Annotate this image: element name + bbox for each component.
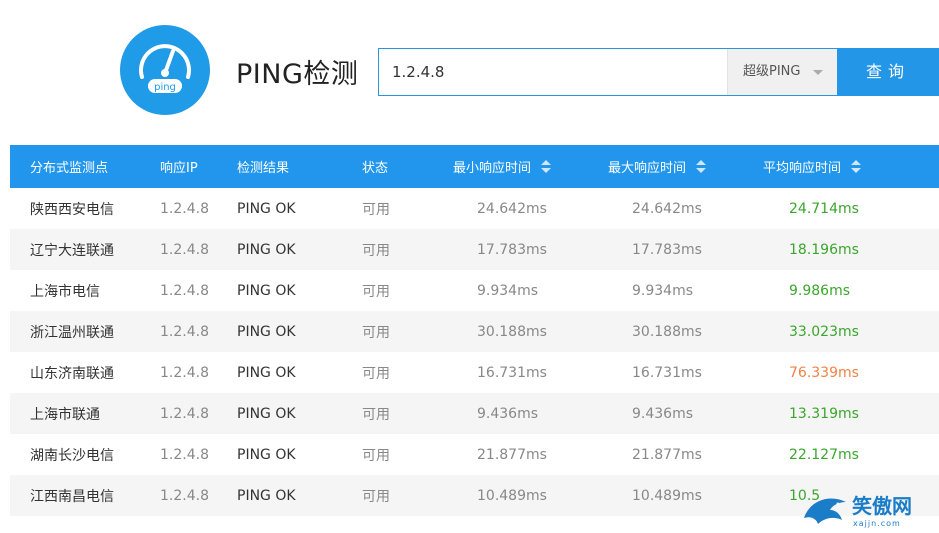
speedometer-logo-icon: ping xyxy=(120,25,210,115)
max-time-cell: 9.436ms xyxy=(632,405,694,422)
table-row: 上海市联通 1.2.4.8 PING OK 可用 9.436ms 9.436ms 13.31… xyxy=(10,393,939,434)
watermark-subtext: xajjn.com xyxy=(853,519,901,528)
min-time-cell: 21.877ms xyxy=(477,446,547,463)
region-cell: 江西南昌电信 xyxy=(30,488,114,505)
region-cell: 上海市联通 xyxy=(30,406,100,423)
avg-time-cell: 33.023ms xyxy=(789,323,859,340)
ping-type-select[interactable]: 超级PING xyxy=(727,49,837,95)
result-cell: PING OK xyxy=(237,323,296,340)
avg-time-cell: 24.714ms xyxy=(789,200,859,217)
table-row: 上海市电信 1.2.4.8 PING OK 可用 9.934ms 9.934ms 9.986… xyxy=(10,270,939,311)
min-time-cell: 16.731ms xyxy=(477,364,547,381)
max-time-cell: 24.642ms xyxy=(632,200,702,217)
status-cell: 可用 xyxy=(362,406,390,423)
min-time-cell: 9.934ms xyxy=(477,282,539,299)
max-time-cell: 10.489ms xyxy=(632,487,702,504)
region-cell: 湖南长沙电信 xyxy=(30,447,114,464)
min-time-cell: 17.783ms xyxy=(477,241,547,258)
result-cell: PING OK xyxy=(237,364,296,381)
ip-cell: 1.2.4.8 xyxy=(160,323,209,340)
host-input[interactable] xyxy=(379,49,727,95)
header: ping PING检测 超级PING 查询 xyxy=(0,0,939,130)
avg-time-cell: 9.986ms xyxy=(789,282,851,299)
page-title: PING检测 xyxy=(236,59,359,90)
max-time-cell: 16.731ms xyxy=(632,364,702,381)
ip-cell: 1.2.4.8 xyxy=(160,487,209,504)
min-time-cell: 24.642ms xyxy=(477,200,547,217)
avg-time-cell: 76.339ms xyxy=(789,364,859,381)
table-row: 辽宁大连联通 1.2.4.8 PING OK 可用 17.783ms 17.783ms 18… xyxy=(10,229,939,270)
col-header-region: 分布式监测点 xyxy=(30,161,109,176)
ping-type-label: 超级PING xyxy=(743,64,801,79)
chevron-down-icon xyxy=(813,70,823,75)
col-header-ip: 响应IP xyxy=(160,161,198,176)
region-cell: 辽宁大连联通 xyxy=(30,242,114,259)
ip-cell: 1.2.4.8 xyxy=(160,282,209,299)
result-cell: PING OK xyxy=(237,282,296,299)
dolphin-logo-icon xyxy=(804,498,846,524)
result-cell: PING OK xyxy=(237,487,296,504)
result-cell: PING OK xyxy=(237,446,296,463)
results-table: 分布式监测点 响应IP 检测结果 状态 最小响应时间 最大响应时间 平均响应时间… xyxy=(10,145,939,516)
max-time-cell: 30.188ms xyxy=(632,323,702,340)
watermark: 笑傲网 xajjn.com xyxy=(800,488,939,533)
min-time-cell: 9.436ms xyxy=(477,405,539,422)
query-button[interactable]: 查询 xyxy=(837,48,939,96)
avg-time-cell: 13.319ms xyxy=(789,405,859,422)
ip-cell: 1.2.4.8 xyxy=(160,200,209,217)
region-cell: 陕西西安电信 xyxy=(30,201,114,218)
result-cell: PING OK xyxy=(237,405,296,422)
result-cell: PING OK xyxy=(237,241,296,258)
table-header: 分布式监测点 响应IP 检测结果 状态 最小响应时间 最大响应时间 平均响应时间 xyxy=(10,145,939,188)
logo-text: ping xyxy=(154,82,176,93)
ip-cell: 1.2.4.8 xyxy=(160,364,209,381)
status-cell: 可用 xyxy=(362,488,390,505)
avg-time-cell: 22.127ms xyxy=(789,446,859,463)
col-header-status: 状态 xyxy=(362,161,389,176)
result-cell: PING OK xyxy=(237,200,296,217)
region-cell: 山东济南联通 xyxy=(30,365,114,382)
col-header-result: 检测结果 xyxy=(237,161,290,176)
table-row: 陕西西安电信 1.2.4.8 PING OK 可用 24.642ms 24.642ms 24… xyxy=(10,188,939,229)
table-row: 山东济南联通 1.2.4.8 PING OK 可用 16.731ms 16.731ms 76… xyxy=(10,352,939,393)
status-cell: 可用 xyxy=(362,242,390,259)
col-header-min[interactable]: 最小响应时间 xyxy=(453,145,563,188)
col-header-avg[interactable]: 平均响应时间 xyxy=(763,145,873,188)
sort-icon[interactable] xyxy=(541,159,552,174)
table-row: 浙江温州联通 1.2.4.8 PING OK 可用 30.188ms 30.188ms 33… xyxy=(10,311,939,352)
min-time-cell: 10.489ms xyxy=(477,487,547,504)
status-cell: 可用 xyxy=(362,283,390,300)
table-row: 湖南长沙电信 1.2.4.8 PING OK 可用 21.877ms 21.877ms 22… xyxy=(10,434,939,475)
avg-time-cell: 18.196ms xyxy=(789,241,859,258)
min-time-cell: 30.188ms xyxy=(477,323,547,340)
sort-icon[interactable] xyxy=(696,159,707,174)
sort-icon[interactable] xyxy=(851,159,862,174)
status-cell: 可用 xyxy=(362,365,390,382)
ip-cell: 1.2.4.8 xyxy=(160,405,209,422)
ip-cell: 1.2.4.8 xyxy=(160,446,209,463)
search-box: 超级PING xyxy=(378,48,837,96)
status-cell: 可用 xyxy=(362,201,390,218)
watermark-text: 笑傲网 xyxy=(852,494,912,518)
ip-cell: 1.2.4.8 xyxy=(160,241,209,258)
max-time-cell: 17.783ms xyxy=(632,241,702,258)
status-cell: 可用 xyxy=(362,324,390,341)
status-cell: 可用 xyxy=(362,447,390,464)
region-cell: 浙江温州联通 xyxy=(30,324,114,341)
region-cell: 上海市电信 xyxy=(30,283,100,300)
max-time-cell: 21.877ms xyxy=(632,446,702,463)
max-time-cell: 9.934ms xyxy=(632,282,694,299)
col-header-max[interactable]: 最大响应时间 xyxy=(608,145,718,188)
